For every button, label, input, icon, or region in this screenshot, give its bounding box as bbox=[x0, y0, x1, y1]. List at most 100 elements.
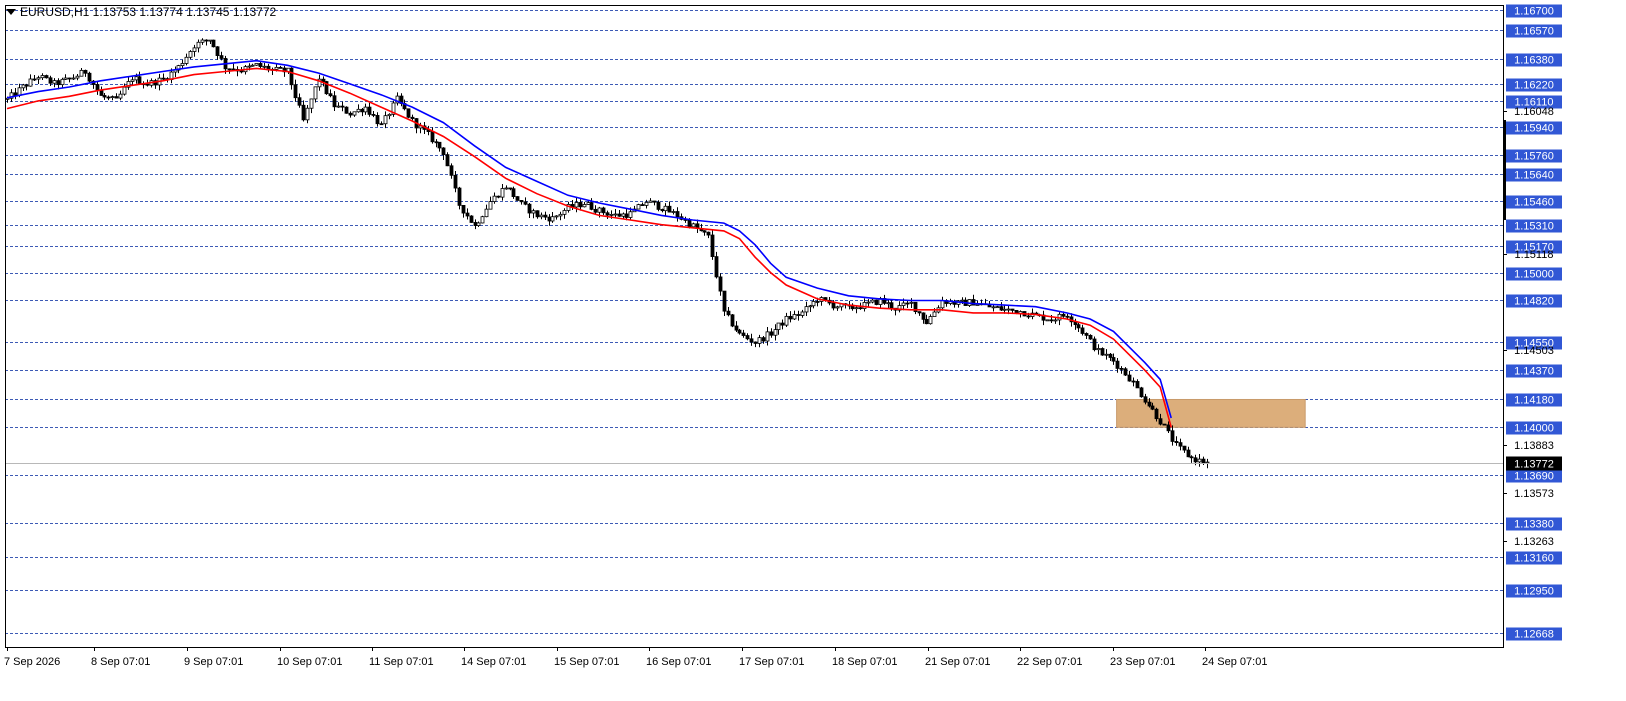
candle-bull bbox=[644, 201, 649, 206]
candle-bear bbox=[1088, 334, 1093, 340]
candle-bear bbox=[161, 77, 166, 80]
candle-bull bbox=[562, 210, 567, 215]
candle-bull bbox=[28, 78, 33, 87]
candle-bear bbox=[1123, 368, 1128, 376]
candle-bear bbox=[730, 314, 735, 327]
candle-bear bbox=[461, 204, 466, 214]
candle-bear bbox=[1100, 348, 1105, 356]
candle-bear bbox=[578, 202, 583, 208]
level-label: 1.15310 bbox=[1514, 221, 1554, 233]
time-axis[interactable]: 7 Sep 2026 8 Sep 07:01 9 Sep 07:01 10 Sep 0… bbox=[4, 647, 1267, 668]
candle-bear bbox=[924, 318, 929, 325]
level-label: 1.13380 bbox=[1514, 519, 1554, 531]
candle-bull bbox=[554, 215, 559, 218]
candle-bear bbox=[211, 39, 216, 48]
dropdown-triangle-icon[interactable] bbox=[6, 9, 16, 15]
candle-bull bbox=[336, 105, 341, 108]
candle-bear bbox=[741, 332, 746, 336]
candle-bear bbox=[831, 302, 836, 309]
time-label: 10 Sep 07:01 bbox=[277, 656, 342, 668]
candle-bear bbox=[1189, 456, 1194, 459]
time-label: 17 Sep 07:01 bbox=[739, 656, 804, 668]
candle-bear bbox=[1135, 381, 1140, 389]
candle-bull bbox=[309, 98, 314, 109]
candle-bear bbox=[722, 290, 727, 312]
candle-bull bbox=[118, 93, 123, 99]
candle-bear bbox=[858, 307, 863, 310]
candle-bear bbox=[344, 106, 349, 114]
candle-bull bbox=[387, 113, 392, 117]
candle-bull bbox=[383, 115, 388, 125]
candle-bear bbox=[87, 72, 92, 82]
candle-bull bbox=[558, 213, 563, 217]
axis-scroll-marker[interactable] bbox=[1504, 120, 1506, 220]
level-label: 1.13160 bbox=[1514, 553, 1554, 565]
candle-bear bbox=[656, 201, 661, 210]
price-chart[interactable]: 1.167001.165701.163801.162201.161101.159… bbox=[0, 0, 1626, 696]
candle-bull bbox=[621, 213, 626, 217]
candle-bear bbox=[1065, 315, 1070, 318]
candle-bear bbox=[106, 96, 111, 99]
ma-slow-line bbox=[6, 59, 1172, 419]
candle-bull bbox=[1045, 319, 1050, 322]
candle-bull bbox=[504, 187, 509, 190]
candle-bear bbox=[83, 69, 88, 74]
candle-bear bbox=[434, 141, 439, 144]
candle-bear bbox=[473, 222, 478, 226]
level-label: 1.15460 bbox=[1514, 197, 1554, 209]
candle-bull bbox=[247, 65, 252, 68]
candle-bear bbox=[999, 306, 1004, 311]
time-label: 9 Sep 07:01 bbox=[184, 656, 243, 668]
candle-bear bbox=[702, 230, 707, 233]
candle-bull bbox=[250, 64, 255, 67]
time-label: 11 Sep 07:01 bbox=[369, 656, 434, 668]
candle-bear bbox=[874, 299, 879, 305]
candle-bull bbox=[122, 86, 127, 95]
candle-bear bbox=[219, 55, 224, 59]
level-label: 1.16570 bbox=[1514, 26, 1554, 38]
time-label: 15 Sep 07:01 bbox=[554, 656, 619, 668]
candle-bear bbox=[410, 116, 415, 119]
time-label: 24 Sep 07:01 bbox=[1202, 656, 1267, 668]
time-label: 16 Sep 07:01 bbox=[646, 656, 711, 668]
candle-bull bbox=[352, 111, 357, 116]
candle-bull bbox=[691, 223, 696, 228]
candle-bear bbox=[1131, 380, 1136, 383]
candle-bull bbox=[960, 299, 965, 302]
zone-rect bbox=[1116, 398, 1306, 428]
candle-bull bbox=[808, 305, 813, 308]
candle-bull bbox=[776, 322, 781, 331]
current-price-label: 1.13772 bbox=[1514, 459, 1554, 471]
candle-bear bbox=[714, 256, 719, 278]
supply-zone bbox=[1116, 398, 1306, 428]
candle-bull bbox=[305, 107, 310, 121]
candle-bull bbox=[648, 200, 653, 203]
candle-bull bbox=[192, 47, 197, 52]
candle-bear bbox=[437, 141, 442, 149]
candle-bear bbox=[445, 154, 450, 167]
level-label: 1.16220 bbox=[1514, 80, 1554, 92]
candle-bull bbox=[928, 316, 933, 325]
candle-bear bbox=[710, 234, 715, 257]
price-axis[interactable]: 1.167001.165701.163801.162201.161101.159… bbox=[1503, 4, 1562, 641]
level-label: 1.16380 bbox=[1514, 55, 1554, 67]
candle-bull bbox=[130, 79, 135, 82]
candle-bull bbox=[586, 202, 591, 205]
candle-bear bbox=[1174, 441, 1179, 444]
candle-bear bbox=[1026, 315, 1031, 318]
candle-bull bbox=[110, 96, 115, 98]
candle-bear bbox=[1147, 401, 1152, 407]
candle-bear bbox=[102, 95, 107, 98]
candle-bear bbox=[469, 215, 474, 223]
chart-window[interactable]: 1.16700 1.16570 1.16380 1.16220 1.16110 1.159… bbox=[0, 0, 1626, 696]
chart-header: EURUSD,H1 1.13753 1.13774 1.13745 1.1377… bbox=[6, 5, 276, 19]
candles bbox=[5, 38, 1210, 469]
candle-bull bbox=[63, 77, 68, 80]
candle-bear bbox=[297, 97, 302, 106]
candle-bear bbox=[1111, 357, 1116, 362]
candle-bear bbox=[726, 310, 731, 316]
time-label: 21 Sep 07:01 bbox=[925, 656, 990, 668]
candle-bear bbox=[137, 76, 142, 85]
candle-bull bbox=[613, 213, 618, 216]
candle-bear bbox=[13, 92, 18, 96]
